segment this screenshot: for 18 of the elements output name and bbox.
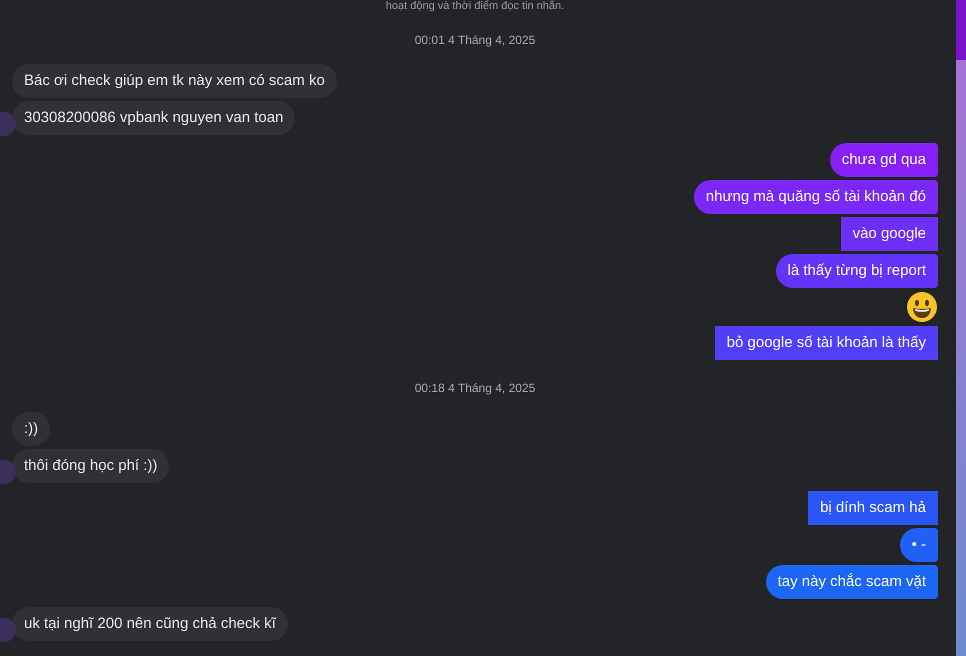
scrollbar-thumb[interactable]: [956, 0, 966, 60]
outgoing-message-bubble: tay này chắc scam vặt: [766, 565, 938, 599]
timestamp: 00:18 4 Tháng 4, 2025: [414, 382, 536, 394]
timestamp: 00:01 4 Tháng 4, 2025: [414, 34, 536, 46]
outgoing-message-bubble: • -: [900, 528, 938, 562]
outgoing-message-bubble: chưa gd qua: [830, 143, 938, 177]
outgoing-message-bubble: bị dính scam hả: [808, 491, 938, 525]
incoming-message-bubble: :)): [12, 412, 50, 446]
smiley-face-icon: [906, 291, 938, 323]
outgoing-message-bubble: vào google: [840, 217, 938, 251]
incoming-message-bubble: uk tại nghĩ 200 nên cũng chả check kĩ: [12, 607, 288, 641]
incoming-message-bubble: Bác ơi check giúp em tk này xem có scam ko: [12, 64, 337, 98]
incoming-message-bubble: thôi đóng học phí :)): [12, 449, 170, 483]
outgoing-message-bubble: là thấy từng bị report: [776, 254, 938, 288]
outgoing-message-bubble: nhưng mà quăng số tài khoản đó: [694, 180, 938, 214]
incoming-message-bubble: 30308200086 vpbank nguyen van toan: [12, 101, 296, 135]
scrollbar[interactable]: [956, 0, 966, 656]
outgoing-message-bubble: bỏ google số tài khoản là thấy: [714, 326, 938, 360]
